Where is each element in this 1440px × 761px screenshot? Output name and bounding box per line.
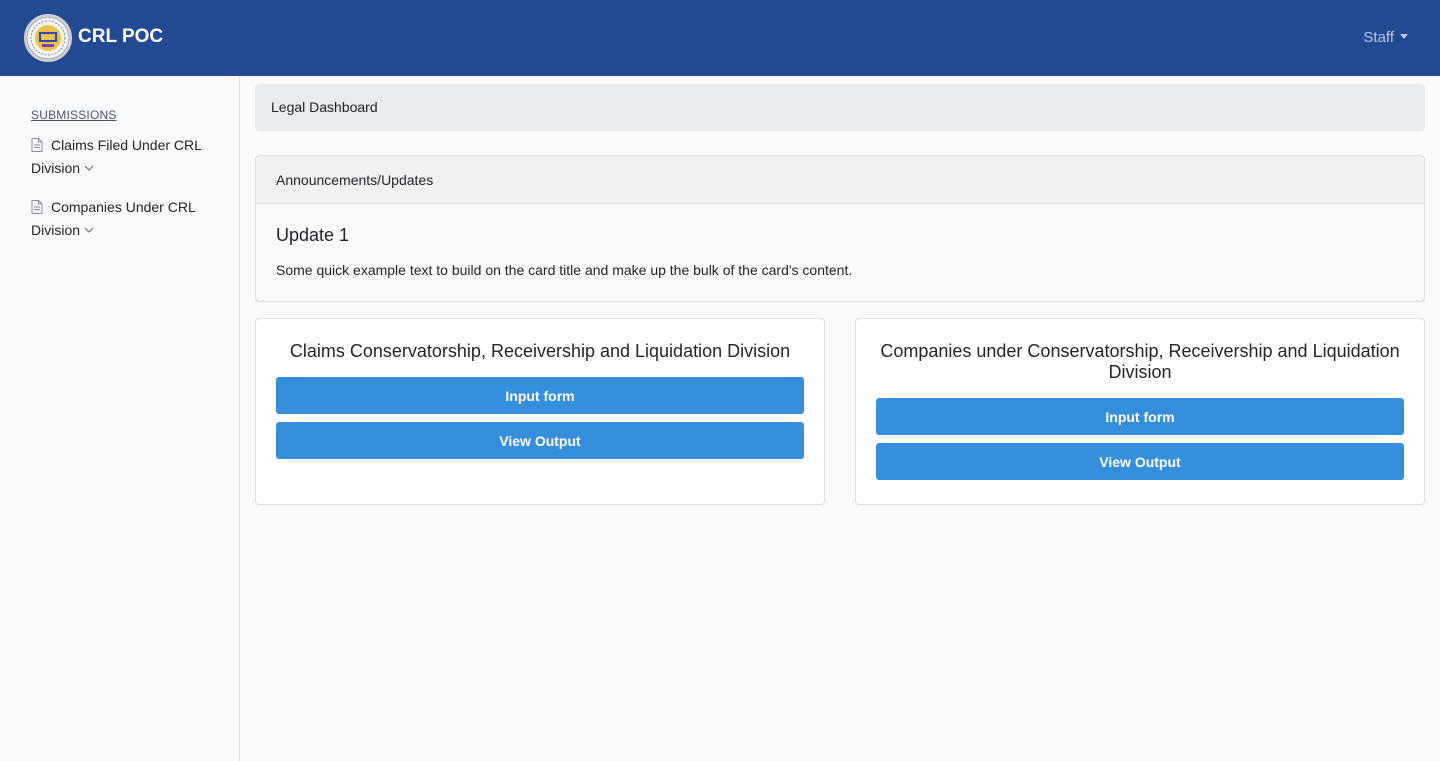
announcements-header: Announcements/Updates: [256, 156, 1424, 204]
claims-division-card: Claims Conservatorship, Receivership and…: [255, 318, 825, 505]
breadcrumb: Legal Dashboard: [255, 84, 1425, 131]
sidebar-item-claims[interactable]: Claims Filed Under CRL Division: [31, 134, 221, 180]
user-menu-label: Staff: [1363, 29, 1394, 46]
card-title: Claims Conservatorship, Receivership and…: [289, 341, 791, 361]
announcements-header-label: Announcements/Updates: [276, 172, 434, 188]
sidebar-heading-submissions[interactable]: SUBMISSIONS: [31, 108, 117, 122]
companies-division-card: Companies under Conservatorship, Receive…: [855, 318, 1425, 505]
chevron-down-icon: [84, 165, 94, 171]
claims-input-form-button[interactable]: Input form: [276, 377, 804, 414]
claims-view-output-button[interactable]: View Output: [276, 422, 804, 459]
sidebar-item-companies[interactable]: Companies Under CRL Division: [31, 196, 221, 242]
breadcrumb-current: Legal Dashboard: [271, 99, 378, 115]
companies-input-form-button[interactable]: Input form: [876, 398, 1404, 435]
sidebar-item-label: Companies Under CRL Division: [31, 199, 196, 238]
card-title: Companies under Conservatorship, Receive…: [880, 341, 1400, 382]
companies-view-output-button[interactable]: View Output: [876, 443, 1404, 480]
app-brand[interactable]: CRL POC: [78, 26, 163, 48]
announcements-card: Announcements/Updates Update 1 Some quic…: [255, 155, 1425, 302]
update-text: Some quick example text to build on the …: [276, 262, 853, 278]
sidebar: SUBMISSIONS Claims Filed Under CRL Divis…: [0, 76, 240, 761]
document-icon: [31, 200, 43, 214]
document-icon: [31, 138, 43, 152]
logo-icon[interactable]: [24, 14, 72, 62]
chevron-down-icon: [84, 227, 94, 233]
sidebar-item-label: Claims Filed Under CRL Division: [31, 137, 202, 176]
update-title: Update 1: [276, 225, 350, 245]
caret-down-icon: [1400, 34, 1408, 39]
user-menu-dropdown[interactable]: Staff: [1363, 28, 1408, 48]
top-navbar: CRL POC Staff: [0, 0, 1440, 76]
